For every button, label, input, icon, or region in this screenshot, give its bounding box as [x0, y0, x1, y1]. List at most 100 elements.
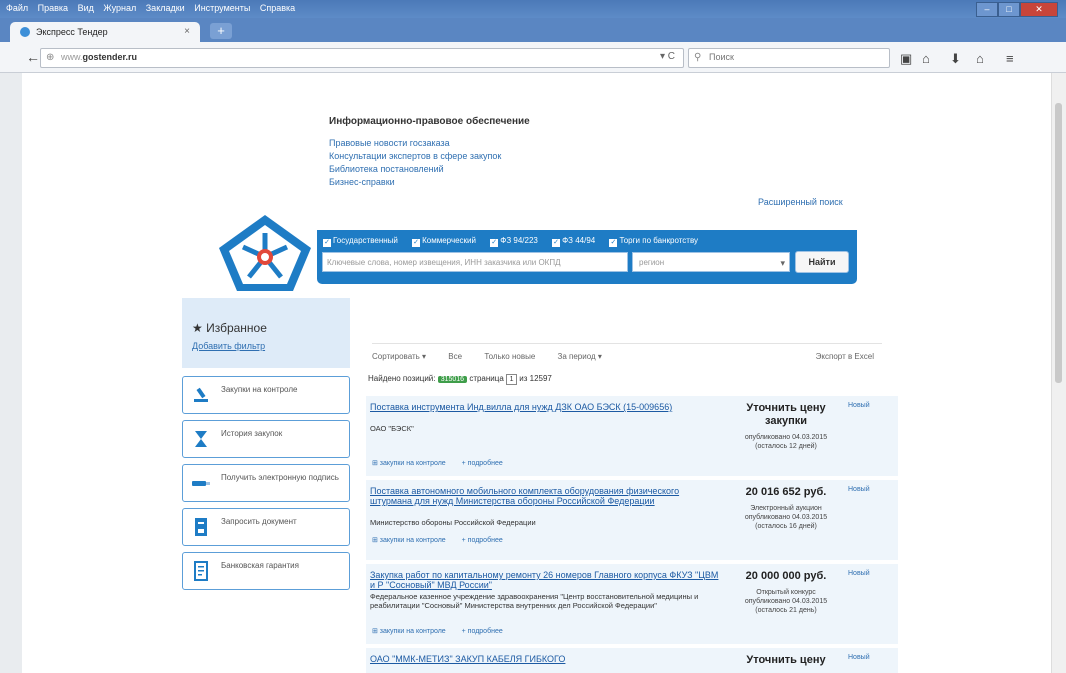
- menu-items: Файл Правка Вид Журнал Закладки Инструме…: [6, 3, 302, 13]
- filter-all[interactable]: Все: [448, 352, 462, 361]
- gostender-logo: [219, 215, 311, 291]
- document-request-icon: [195, 518, 207, 536]
- filter-fz223[interactable]: ✓ ФЗ 94/223: [490, 236, 544, 247]
- sidebar-item-monitored[interactable]: Закупки на контроле: [182, 376, 350, 414]
- checkbox-icon: ✓: [490, 239, 499, 247]
- tender-card: Поставка инструмента Инд.вилла для нужд …: [366, 396, 898, 476]
- details-link[interactable]: + подробнее: [462, 628, 503, 635]
- maximize-button[interactable]: □: [998, 2, 1020, 17]
- tender-org: Министерство обороны Российской Федераци…: [370, 518, 536, 527]
- status-badge: Новый: [848, 654, 870, 661]
- tender-price: 20 000 000 руб.: [745, 570, 827, 582]
- status-badge: Новый: [848, 570, 870, 577]
- sidebar-item-label: Получить электронную подпись: [221, 473, 339, 482]
- region-select[interactable]: регион ▾: [632, 252, 790, 272]
- filter-government[interactable]: ✓ Государственный: [323, 236, 404, 247]
- add-to-control-link[interactable]: ⊞ закупки на контроле: [372, 628, 446, 635]
- tender-title-link[interactable]: Поставка инструмента Инд.вилла для нужд …: [370, 402, 722, 412]
- page-scrollbar[interactable]: [1051, 73, 1066, 673]
- browser-search-bar[interactable]: ⚲: [688, 48, 890, 68]
- checkbox-icon: ✓: [412, 239, 421, 247]
- hamburger-menu-icon[interactable]: ≡: [1006, 51, 1014, 66]
- close-window-button[interactable]: ✕: [1020, 2, 1058, 17]
- download-icon[interactable]: ⬇: [950, 51, 961, 67]
- info-section-title: Информационно-правовое обеспечение: [329, 116, 530, 127]
- count-badge: 315016: [437, 376, 468, 383]
- tender-title-link[interactable]: ОАО "ММК-МЕТИЗ" ЗАКУП КАБЕЛЯ ГИБКОГО: [370, 654, 722, 664]
- sidebar-item-history[interactable]: История закупок: [182, 420, 350, 458]
- menu-history[interactable]: Журнал: [103, 3, 136, 13]
- tender-title-link[interactable]: Закупка работ по капитальному ремонту 26…: [370, 570, 722, 590]
- menu-tools[interactable]: Инструменты: [194, 3, 250, 13]
- home-icon[interactable]: ⌂: [976, 51, 984, 66]
- export-excel-link[interactable]: Экспорт в Excel: [816, 352, 874, 361]
- url-bar[interactable]: ⊕ www.gostender.ru ▾ C: [40, 48, 684, 68]
- filter-fz44[interactable]: ✓ ФЗ 44/94: [552, 236, 601, 247]
- tab-express-tender[interactable]: Экспресс Тендер ×: [10, 22, 200, 42]
- info-links: Правовые новости госзаказа Консультации …: [329, 137, 501, 189]
- tender-actions: ⊞ закупки на контроле + подробнее: [372, 536, 517, 544]
- window-controls: – □ ✕: [976, 2, 1058, 17]
- search-icon: ⚲: [694, 52, 702, 63]
- checkbox-icon: ✓: [552, 239, 561, 247]
- browser-search-input[interactable]: [707, 51, 881, 63]
- add-to-control-link[interactable]: ⊞ закупки на контроле: [372, 460, 446, 467]
- sidebar-item-request-document[interactable]: Запросить документ: [182, 508, 350, 546]
- period-dropdown[interactable]: За период ▾: [558, 352, 602, 361]
- menu-edit[interactable]: Правка: [38, 3, 68, 13]
- filter-commercial[interactable]: ✓ Коммерческий: [412, 236, 482, 247]
- tender-published: опубликовано 04.03.2015: [744, 598, 828, 605]
- tender-published: опубликовано 04.03.2015: [744, 434, 828, 441]
- filter-bankruptcy[interactable]: ✓ Торги по банкротству: [609, 236, 704, 247]
- details-link[interactable]: + подробнее: [462, 537, 503, 544]
- tender-price: 20 016 652 руб.: [745, 486, 827, 498]
- sidebar-item-bank-guarantee[interactable]: Банковская гарантия: [182, 552, 350, 590]
- scrollbar-thumb[interactable]: [1055, 103, 1062, 383]
- info-link-legal-news[interactable]: Правовые новости госзаказа: [329, 137, 501, 150]
- tender-type: Открытый конкурс: [756, 589, 816, 596]
- search-panel: ✓ Государственный ✓ Коммерческий ✓ ФЗ 94/22…: [317, 230, 857, 284]
- hourglass-icon: [195, 431, 207, 447]
- back-arrow-icon[interactable]: ←: [26, 49, 40, 65]
- info-link-business[interactable]: Бизнес-справки: [329, 176, 501, 189]
- tender-actions: ⊞ закупки на контроле + подробнее: [372, 627, 517, 635]
- tender-title-link[interactable]: Поставка автономного мобильного комплект…: [370, 486, 722, 506]
- details-link[interactable]: + подробнее: [462, 460, 503, 467]
- info-link-consultations[interactable]: Консультации экспертов в сфере закупок: [329, 150, 501, 163]
- tender-price: Уточнить цену закупки: [746, 402, 826, 427]
- filter-new-only[interactable]: Только новые: [484, 352, 535, 361]
- tender-remaining: (осталось 12 дней): [755, 443, 817, 450]
- status-badge: Новый: [848, 402, 870, 409]
- tender-type: Электронный аукцион: [750, 505, 822, 512]
- add-filter-link[interactable]: Добавить фильтр: [192, 341, 265, 351]
- tab-close-button[interactable]: ×: [184, 26, 190, 37]
- minimize-button[interactable]: –: [976, 2, 998, 17]
- tender-published: опубликовано 04.03.2015: [744, 514, 828, 521]
- info-link-library[interactable]: Библиотека постановлений: [329, 163, 501, 176]
- add-to-control-link[interactable]: ⊞ закупки на контроле: [372, 537, 446, 544]
- keyword-search-input[interactable]: Ключевые слова, номер извещения, ИНН зак…: [322, 252, 628, 272]
- find-button[interactable]: Найти: [795, 251, 849, 273]
- tender-remaining: (осталось 21 день): [755, 607, 817, 614]
- sidebar-item-e-signature[interactable]: Получить электронную подпись: [182, 464, 350, 502]
- menu-view[interactable]: Вид: [78, 3, 94, 13]
- library-icon[interactable]: ▣: [900, 51, 912, 67]
- tender-card: ОАО "ММК-МЕТИЗ" ЗАКУП КАБЕЛЯ ГИБКОГО Уто…: [366, 648, 898, 673]
- search-filters: ✓ Государственный ✓ Коммерческий ✓ ФЗ 94/22…: [323, 236, 710, 247]
- menu-help[interactable]: Справка: [260, 3, 295, 13]
- tender-price: Уточнить цену: [746, 654, 826, 666]
- guarantee-document-icon: [194, 561, 208, 581]
- tender-org: Федеральное казенное учреждение здравоох…: [370, 592, 699, 610]
- menu-file[interactable]: Файл: [6, 3, 28, 13]
- favicon-icon: [20, 27, 30, 37]
- new-tab-button[interactable]: +: [210, 23, 232, 39]
- page-number-input[interactable]: 1: [506, 374, 518, 385]
- menu-bookmarks[interactable]: Закладки: [146, 3, 185, 13]
- advanced-search-link[interactable]: Расширенный поиск: [758, 197, 843, 207]
- reload-icon[interactable]: ▾ C: [660, 51, 675, 62]
- sidebar-item-label: Закупки на контроле: [221, 385, 298, 394]
- sidebar-item-label: Банковская гарантия: [221, 561, 299, 570]
- pocket-icon[interactable]: ⌂: [922, 51, 930, 66]
- sort-dropdown[interactable]: Сортировать ▾: [372, 352, 426, 361]
- chevron-down-icon: ▾: [780, 258, 785, 268]
